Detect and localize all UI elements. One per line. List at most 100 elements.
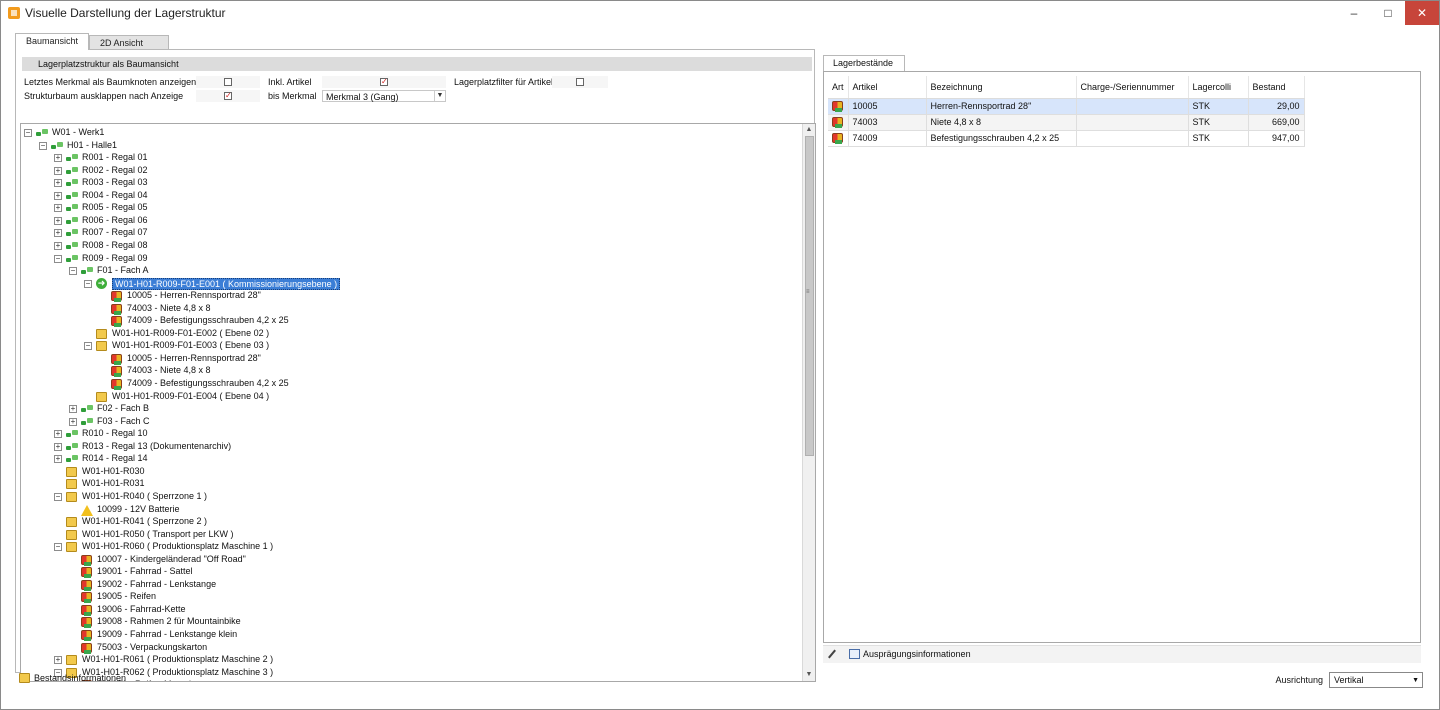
- tree-node[interactable]: + R013 - Regal 13 (Dokumentenarchiv): [21, 441, 801, 454]
- expand-icon[interactable]: +: [54, 442, 62, 451]
- tree-node[interactable]: + R005 - Regal 05: [21, 202, 801, 215]
- column-header-artikel[interactable]: Artikel: [848, 76, 927, 99]
- tree-node[interactable]: − W01-H01-R062 ( Produktionsplatz Maschin…: [21, 667, 801, 680]
- tree-node[interactable]: − R009 - Regal 09: [21, 253, 801, 266]
- tab-2d-ansicht[interactable]: 2D Ansicht: [89, 35, 169, 50]
- tree-node[interactable]: + R006 - Regal 06: [21, 215, 801, 228]
- expand-icon[interactable]: +: [54, 216, 62, 225]
- tree-node[interactable]: W01-H01-R041 ( Sperrzone 2 ): [21, 516, 801, 529]
- ausrichtung-select[interactable]: Vertikal ▼: [1329, 672, 1423, 688]
- scroll-up-icon[interactable]: ▲: [803, 124, 815, 136]
- tree-node[interactable]: 19008 - Rahmen 2 für Mountainbike: [21, 616, 801, 629]
- expand-icon[interactable]: +: [54, 455, 62, 464]
- chevron-down-icon[interactable]: ▼: [1412, 677, 1419, 684]
- tree-node[interactable]: + R014 - Regal 14: [21, 453, 801, 466]
- collapse-icon[interactable]: −: [84, 342, 92, 351]
- tree-node[interactable]: − H01 - Halle1: [21, 140, 801, 153]
- collapse-icon[interactable]: −: [54, 492, 62, 501]
- tree-node[interactable]: 10005 - Herren-Rennsportrad 28": [21, 290, 801, 303]
- column-header-bestand[interactable]: Bestand: [1248, 76, 1305, 99]
- table-row[interactable]: 10005 Herren-Rennsportrad 28" STK 29,00: [828, 98, 1305, 115]
- expand-icon[interactable]: +: [69, 417, 77, 426]
- collapse-icon[interactable]: −: [39, 141, 47, 150]
- chevron-down-icon[interactable]: ▼: [434, 91, 445, 101]
- expand-icon[interactable]: +: [54, 241, 62, 250]
- tree-node[interactable]: − W01-H01-R060 ( Produktionsplatz Maschin…: [21, 541, 801, 554]
- scroll-down-icon[interactable]: ▼: [803, 669, 815, 681]
- pencil-icon[interactable]: [827, 649, 837, 659]
- column-header-charge[interactable]: Charge-/Seriennummer: [1076, 76, 1189, 99]
- table-row[interactable]: 74009 Befestigungsschrauben 4,2 x 25 STK…: [828, 130, 1305, 147]
- collapse-icon[interactable]: −: [54, 254, 62, 263]
- tree-node[interactable]: − W01-H01-R009-F01-E003 ( Ebene 03 ): [21, 340, 801, 353]
- tree-node[interactable]: + F02 - Fach B: [21, 403, 801, 416]
- tab-lagerbestaende[interactable]: Lagerbestände: [823, 55, 905, 71]
- article-icon: [81, 579, 92, 591]
- tree-node[interactable]: 10099 - 12V Batterie: [21, 504, 801, 517]
- tree-node[interactable]: 19001 - Fahrrad - Sattel: [21, 566, 801, 579]
- tree-node[interactable]: + F03 - Fach C: [21, 416, 801, 429]
- tree-node[interactable]: 19005 - Reifen: [21, 591, 801, 604]
- expand-icon[interactable]: +: [69, 405, 77, 414]
- tree-node[interactable]: + R007 - Regal 07: [21, 227, 801, 240]
- tree-node[interactable]: + R008 - Regal 08: [21, 240, 801, 253]
- expand-icon[interactable]: +: [54, 430, 62, 439]
- letztes-merkmal-checkbox[interactable]: [224, 78, 232, 86]
- tree-node[interactable]: 74009 - Befestigungsschrauben 4,2 x 25: [21, 378, 801, 391]
- collapse-icon[interactable]: −: [54, 543, 62, 552]
- tree-node[interactable]: − W01-H01-R040 ( Sperrzone 1 ): [21, 491, 801, 504]
- column-header-lagercolli[interactable]: Lagercolli: [1188, 76, 1249, 99]
- collapse-icon[interactable]: −: [84, 279, 92, 288]
- info-form-icon[interactable]: [849, 649, 860, 659]
- tab-baumansicht[interactable]: Baumansicht: [15, 33, 89, 50]
- scroll-thumb[interactable]: [805, 136, 814, 456]
- tree-node[interactable]: W01-H01-R050 ( Transport per LKW ): [21, 529, 801, 542]
- tree-node[interactable]: 74003 - Niete 4,8 x 8: [21, 365, 801, 378]
- tree-node[interactable]: 190051 - Reifen-Mantel: [21, 679, 801, 681]
- tree-node[interactable]: + R002 - Regal 02: [21, 165, 801, 178]
- tree-node[interactable]: 74003 - Niete 4,8 x 8: [21, 303, 801, 316]
- tree-scrollbar[interactable]: ▲ ≡ ▼: [802, 124, 815, 681]
- tree-node[interactable]: 19002 - Fahrrad - Lenkstange: [21, 579, 801, 592]
- table-row[interactable]: 74003 Niete 4,8 x 8 STK 669,00: [828, 114, 1305, 131]
- maximize-button[interactable]: □: [1371, 1, 1405, 25]
- expand-icon[interactable]: +: [54, 229, 62, 238]
- tree-node-label: F02 - Fach B: [97, 403, 150, 414]
- lagerplatzfilter-checkbox[interactable]: [576, 78, 584, 86]
- expand-icon[interactable]: +: [54, 154, 62, 163]
- tree-node[interactable]: − ➜ W01-H01-R009-F01-E001 ( Kommissionieru…: [21, 277, 801, 291]
- tree-node[interactable]: 74009 - Befestigungsschrauben 4,2 x 25: [21, 315, 801, 328]
- collapse-icon[interactable]: −: [69, 267, 77, 276]
- tree-node[interactable]: 10007 - Kindergeländerad "Off Road": [21, 554, 801, 567]
- column-header-bezeichnung[interactable]: Bezeichnung: [926, 76, 1077, 99]
- column-header-art[interactable]: Art: [828, 76, 849, 99]
- bis-merkmal-select[interactable]: Merkmal 3 (Gang) ▼: [322, 90, 446, 102]
- minimize-button[interactable]: –: [1337, 1, 1371, 25]
- tree-node[interactable]: − W01 - Werk1: [21, 127, 801, 140]
- tree-node[interactable]: 10005 - Herren-Rennsportrad 28": [21, 353, 801, 366]
- tree-node[interactable]: 19009 - Fahrrad - Lenkstange klein: [21, 629, 801, 642]
- collapse-icon[interactable]: −: [24, 129, 32, 137]
- expand-icon[interactable]: +: [54, 204, 62, 213]
- tree-node[interactable]: 19006 - Fahrrad-Kette: [21, 604, 801, 617]
- lagerstruktur-tree[interactable]: ▲ ≡ ▼ − W01 - Werk1− H01 - Halle1 + R001 - R…: [20, 123, 816, 682]
- strukturbaum-checkbox[interactable]: ✓: [224, 92, 232, 100]
- tree-node[interactable]: + R001 - Regal 01: [21, 152, 801, 165]
- expand-icon[interactable]: +: [54, 179, 62, 188]
- tree-node[interactable]: W01-H01-R030: [21, 466, 801, 479]
- tree-node[interactable]: + R010 - Regal 10: [21, 428, 801, 441]
- expand-icon[interactable]: +: [54, 191, 62, 200]
- close-button[interactable]: ✕: [1405, 1, 1439, 25]
- tree-node[interactable]: − F01 - Fach A: [21, 265, 801, 278]
- expand-icon[interactable]: +: [54, 656, 62, 665]
- expand-icon[interactable]: +: [54, 166, 62, 175]
- tree-node[interactable]: 75003 - Verpackungskarton: [21, 642, 801, 655]
- tree-node[interactable]: W01-H01-R009-F01-E004 ( Ebene 04 ): [21, 391, 801, 404]
- inkl-artikel-checkbox[interactable]: ✓: [380, 78, 388, 86]
- auspraegungsinformationen-link[interactable]: Ausprägungsinformationen: [863, 649, 971, 659]
- tree-node[interactable]: W01-H01-R031: [21, 478, 801, 491]
- tree-node[interactable]: + W01-H01-R061 ( Produktionsplatz Maschin…: [21, 654, 801, 667]
- tree-node[interactable]: + R003 - Regal 03: [21, 177, 801, 190]
- tree-node[interactable]: W01-H01-R009-F01-E002 ( Ebene 02 ): [21, 328, 801, 341]
- tree-node[interactable]: + R004 - Regal 04: [21, 190, 801, 203]
